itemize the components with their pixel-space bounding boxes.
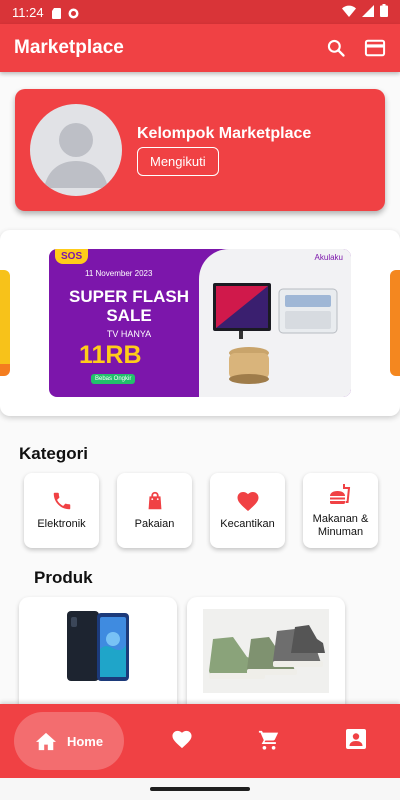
card-icon[interactable] bbox=[364, 38, 386, 58]
banner-headline: SUPER FLASH SALE bbox=[69, 287, 189, 325]
category-label: Pakaian bbox=[134, 518, 175, 530]
category-list: Elektronik Pakaian Kecantikan Makanan & … bbox=[24, 473, 378, 548]
category-label: Makanan & Minuman bbox=[312, 512, 369, 538]
avatar bbox=[30, 104, 122, 196]
battery-icon bbox=[380, 4, 388, 20]
free-shipping-badge: Bebas Ongkir bbox=[91, 374, 136, 384]
banner-carousel[interactable]: SOS 11 November 2023 SUPER FLASH SALE TV… bbox=[0, 230, 400, 416]
banner-brand: Akulaku bbox=[314, 253, 343, 262]
account-icon[interactable] bbox=[346, 729, 366, 749]
banner-prev-peek[interactable] bbox=[0, 270, 10, 376]
follow-button[interactable]: Mengikuti bbox=[137, 146, 219, 176]
sos-badge: SOS bbox=[55, 249, 89, 264]
product-image-shoes bbox=[203, 609, 329, 693]
category-label: Kecantikan bbox=[220, 518, 275, 530]
category-section-title: Kategori bbox=[19, 444, 88, 463]
product-list bbox=[19, 597, 345, 717]
sd-card-icon bbox=[51, 7, 62, 19]
product-section-title: Produk bbox=[34, 568, 93, 587]
person-placeholder-icon bbox=[44, 123, 108, 188]
wifi-icon bbox=[342, 5, 356, 20]
promo-banner[interactable]: SOS 11 November 2023 SUPER FLASH SALE TV… bbox=[49, 249, 351, 397]
favorite-icon[interactable] bbox=[171, 729, 193, 749]
status-bar: 11:24 bbox=[0, 0, 400, 24]
banner-date: 11 November 2023 bbox=[85, 269, 153, 278]
profile-card: Kelompok Marketplace Mengikuti bbox=[15, 89, 385, 211]
category-beauty[interactable]: Kecantikan bbox=[210, 473, 285, 548]
notification-icon bbox=[68, 7, 79, 18]
gesture-bar bbox=[0, 778, 400, 800]
status-time: 11:24 bbox=[12, 4, 44, 20]
category-label: Elektronik bbox=[37, 518, 86, 530]
group-name: Kelompok Marketplace bbox=[137, 124, 312, 142]
category-electronics[interactable]: Elektronik bbox=[24, 473, 99, 548]
product-card-shoes[interactable] bbox=[187, 597, 345, 717]
category-food[interactable]: Makanan & Minuman bbox=[303, 473, 378, 548]
category-clothing[interactable]: Pakaian bbox=[117, 473, 192, 548]
banner-next-peek[interactable] bbox=[390, 270, 400, 376]
nav-home-label: Home bbox=[66, 733, 104, 749]
product-card-phone[interactable] bbox=[19, 597, 177, 717]
tv-and-appliances-image bbox=[213, 283, 338, 384]
banner-price: 11RB bbox=[79, 341, 142, 369]
banner-product-panel bbox=[199, 249, 351, 397]
shopping-bag-icon bbox=[144, 490, 166, 512]
gesture-handle[interactable] bbox=[150, 787, 250, 791]
fastfood-icon bbox=[329, 483, 353, 507]
heart-icon bbox=[236, 490, 260, 512]
cart-icon[interactable] bbox=[258, 729, 280, 751]
app-title: Marketplace bbox=[14, 37, 124, 58]
nav-home[interactable]: Home bbox=[14, 712, 124, 770]
banner-subtitle: TV HANYA bbox=[106, 329, 152, 339]
app-bar: Marketplace bbox=[0, 24, 400, 72]
signal-icon bbox=[362, 4, 374, 20]
home-icon bbox=[35, 731, 57, 751]
search-icon[interactable] bbox=[326, 38, 346, 58]
product-image-phone bbox=[67, 611, 129, 681]
phone-icon bbox=[51, 490, 73, 512]
bottom-navigation: Home bbox=[0, 704, 400, 778]
